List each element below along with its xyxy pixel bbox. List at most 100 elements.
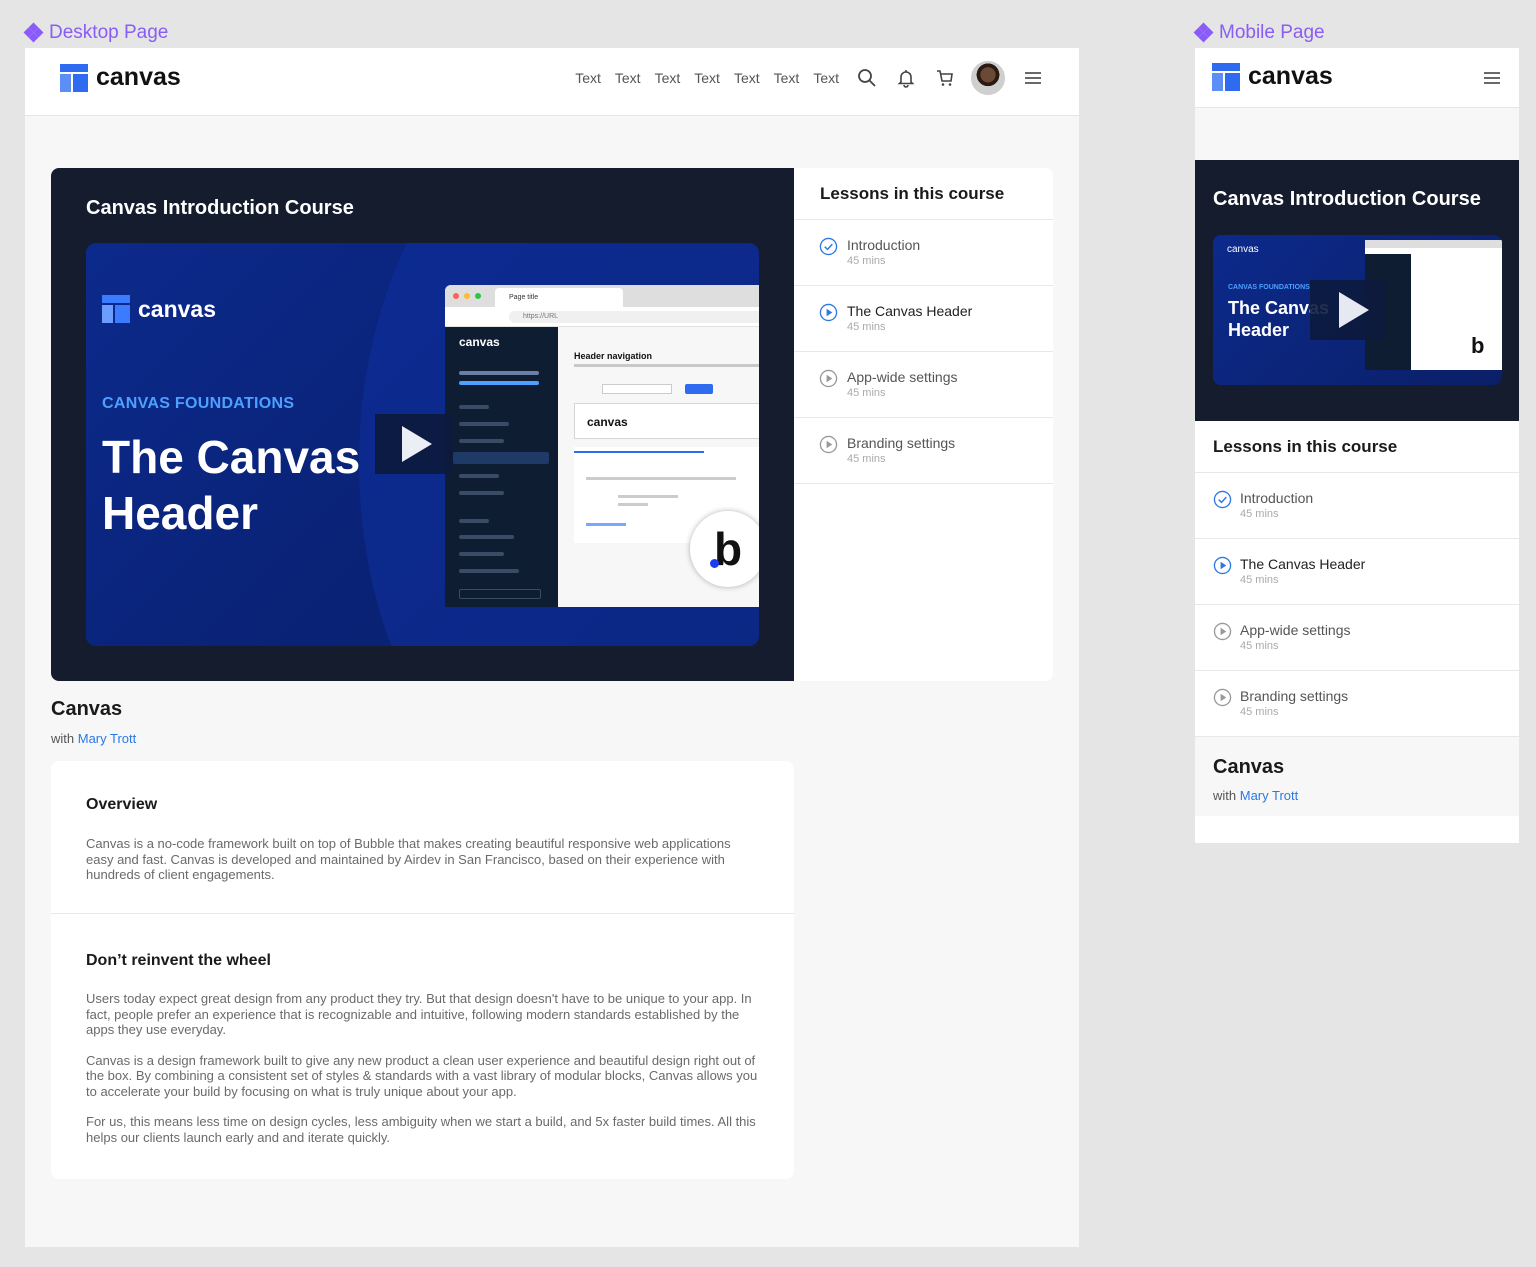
- mobile-brand-logo[interactable]: canvas: [1212, 62, 1333, 91]
- mobile-video-eyebrow: CANVAS FOUNDATIONS: [1228, 284, 1310, 291]
- play-circle-icon: [1213, 556, 1232, 575]
- overview-body: Canvas is a no-code framework built on t…: [86, 836, 731, 882]
- video-headline: The Canvas Header: [102, 429, 360, 541]
- lesson-duration: 45 mins: [1240, 574, 1279, 586]
- hamburger-menu-icon[interactable]: [1022, 67, 1044, 89]
- desktop-frame-label: Desktop Page: [23, 22, 169, 44]
- video-brand-logo: canvas: [102, 295, 216, 323]
- course-card: Canvas Introduction Course canvas CANVAS…: [51, 168, 1053, 681]
- mock-tab-title: Page title: [495, 288, 623, 307]
- avatar[interactable]: [971, 61, 1005, 95]
- reinvent-title: Don’t reinvent the wheel: [86, 952, 271, 969]
- check-circle-icon: [819, 237, 838, 256]
- play-icon: [402, 426, 432, 462]
- nav-link-5[interactable]: Text: [734, 70, 760, 86]
- nav-link-3[interactable]: Text: [655, 70, 681, 86]
- play-circle-icon: [1213, 622, 1232, 641]
- lesson-duration: 45 mins: [847, 255, 886, 267]
- video-brand-name: canvas: [138, 295, 217, 322]
- desktop-frame-title: Desktop Page: [49, 22, 169, 43]
- lesson-name: Introduction: [847, 237, 921, 253]
- mobile-lessons-title: Lessons in this course: [1195, 421, 1519, 473]
- nav-link-2[interactable]: Text: [615, 70, 641, 86]
- mobile-video-panel: Canvas Introduction Course canvas CANVAS…: [1195, 160, 1519, 421]
- bell-icon[interactable]: [895, 67, 917, 89]
- video-headline-line1: The Canvas: [102, 431, 361, 483]
- mobile-play-button[interactable]: [1310, 280, 1386, 340]
- reinvent-paragraph-3: For us, this means less time on design c…: [86, 1114, 756, 1145]
- play-icon: [1339, 292, 1369, 328]
- search-icon[interactable]: [856, 67, 878, 89]
- nav-link-1[interactable]: Text: [575, 70, 601, 86]
- video-panel: Canvas Introduction Course canvas CANVAS…: [51, 168, 794, 681]
- author-link[interactable]: Mary Trott: [78, 731, 137, 746]
- brand-name: canvas: [96, 63, 181, 91]
- cart-icon[interactable]: [934, 67, 956, 89]
- lesson-name: Branding settings: [847, 435, 956, 451]
- nav-link-4[interactable]: Text: [694, 70, 720, 86]
- logo-icon: [60, 63, 88, 92]
- lesson-duration: 45 mins: [1240, 508, 1279, 520]
- mobile-brand-name: canvas: [1248, 62, 1333, 90]
- mobile-video-player[interactable]: canvas CANVAS FOUNDATIONS The Canvas Hea…: [1213, 235, 1502, 385]
- mobile-page: canvas Canvas Introduction Course canvas…: [1195, 48, 1519, 843]
- lesson-name: The Canvas Header: [847, 303, 973, 319]
- brand-logo[interactable]: canvas: [60, 63, 181, 92]
- play-circle-icon: [819, 303, 838, 322]
- check-circle-icon: [1213, 490, 1232, 509]
- mobile-bubble-badge: b: [1471, 333, 1485, 358]
- lesson-item[interactable]: Branding settings 45 mins: [1195, 671, 1519, 737]
- lesson-name: Introduction: [1240, 490, 1314, 506]
- byline-prefix: with: [51, 731, 75, 746]
- reinvent-paragraph-1: Users today expect great design from any…: [86, 991, 752, 1037]
- reinvent-paragraph-2: Canvas is a design framework built to gi…: [86, 1052, 758, 1099]
- video-eyebrow: CANVAS FOUNDATIONS: [102, 395, 295, 412]
- nav-link-6[interactable]: Text: [774, 70, 800, 86]
- lesson-name: Branding settings: [1240, 688, 1349, 704]
- play-circle-icon: [819, 369, 838, 388]
- lesson-duration: 45 mins: [847, 453, 886, 465]
- bubble-badge: b: [690, 511, 759, 587]
- video-player[interactable]: canvas CANVAS FOUNDATIONS The Canvas Hea…: [86, 243, 759, 646]
- mobile-course-name: Canvas: [1213, 756, 1285, 778]
- course-title: Canvas Introduction Course: [86, 197, 354, 219]
- byline-prefix: with: [1213, 788, 1237, 803]
- desktop-page: canvas Text Text Text Text Text Text Tex…: [25, 48, 1079, 1247]
- mock-sidebar-logo: canvas: [459, 335, 500, 349]
- overview-section: Overview Canvas is a no-code framework b…: [86, 796, 760, 883]
- mobile-frame-label: Mobile Page: [1193, 22, 1325, 44]
- mobile-lessons-panel: Lessons in this course Introduction 45 m…: [1195, 421, 1519, 737]
- bubble-badge-letter: b: [713, 523, 743, 575]
- overview-title: Overview: [86, 796, 158, 813]
- mobile-course-title: Canvas Introduction Course: [1213, 188, 1481, 210]
- lesson-item[interactable]: The Canvas Header 45 mins: [794, 286, 1053, 352]
- lesson-item[interactable]: Introduction 45 mins: [794, 220, 1053, 286]
- mock-section-title: Header navigation: [574, 351, 653, 361]
- author-link[interactable]: Mary Trott: [1240, 788, 1299, 803]
- course-description-card: Overview Canvas is a no-code framework b…: [51, 761, 794, 1179]
- site-header: canvas Text Text Text Text Text Text Tex…: [25, 48, 1079, 116]
- course-name: Canvas: [51, 698, 123, 720]
- play-button[interactable]: [375, 414, 453, 474]
- nav-link-7[interactable]: Text: [813, 70, 839, 86]
- component-icon: [23, 22, 44, 43]
- lesson-item[interactable]: Branding settings 45 mins: [794, 418, 1053, 484]
- lesson-item[interactable]: App-wide settings 45 mins: [794, 352, 1053, 418]
- mobile-frame-title: Mobile Page: [1219, 22, 1325, 43]
- course-byline: with Mary Trott: [51, 731, 136, 746]
- lessons-panel: Lessons in this course Introduction 45 m…: [794, 168, 1053, 681]
- lesson-duration: 45 mins: [1240, 640, 1279, 652]
- mobile-video-brand: canvas: [1227, 244, 1259, 255]
- lesson-item[interactable]: The Canvas Header 45 mins: [1195, 539, 1519, 605]
- lesson-duration: 45 mins: [1240, 706, 1279, 718]
- lesson-name: App-wide settings: [847, 369, 958, 385]
- mobile-content-card-edge: [1195, 816, 1519, 843]
- lesson-duration: 45 mins: [847, 387, 886, 399]
- mobile-header: canvas: [1195, 48, 1519, 108]
- section-divider: [51, 913, 794, 914]
- component-icon: [1193, 22, 1214, 43]
- lesson-item[interactable]: App-wide settings 45 mins: [1195, 605, 1519, 671]
- hamburger-menu-icon[interactable]: [1481, 67, 1503, 89]
- lesson-item[interactable]: Introduction 45 mins: [1195, 473, 1519, 539]
- reinvent-section: Don’t reinvent the wheel Users today exp…: [86, 952, 760, 1145]
